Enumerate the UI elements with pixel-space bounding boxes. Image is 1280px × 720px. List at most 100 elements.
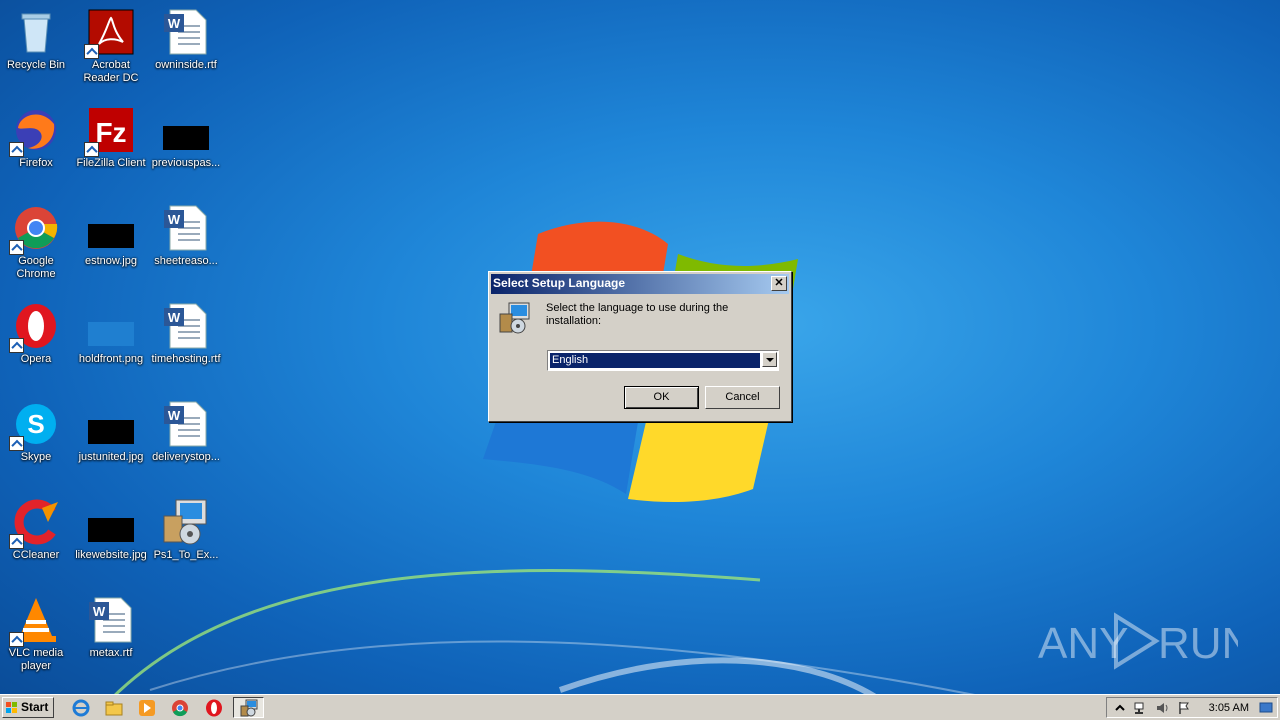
- folder-icon[interactable]: [105, 699, 123, 717]
- setup-icon: [162, 498, 210, 546]
- action-center-flag-icon[interactable]: [1177, 701, 1191, 715]
- desktop-icon-label: sheetreaso...: [154, 255, 218, 267]
- taskbar: Start 3:05 AM: [0, 694, 1280, 720]
- ccleaner-icon: [9, 498, 60, 549]
- watermark-text-right: RUN: [1158, 619, 1238, 668]
- word-doc-icon: W: [162, 400, 210, 448]
- desktop-icon-label: FileZilla Client: [76, 157, 146, 169]
- desktop-icon-label: timehosting.rtf: [151, 353, 221, 365]
- dropdown-arrow-icon[interactable]: [762, 352, 777, 367]
- desktop-icon-owninside[interactable]: W owninside.rtf: [148, 8, 224, 72]
- desktop-icon-filezilla[interactable]: Fz FileZilla Client: [73, 106, 149, 170]
- cancel-button[interactable]: Cancel: [705, 386, 780, 409]
- start-button[interactable]: Start: [2, 697, 54, 718]
- show-hidden-icons-icon[interactable]: [1113, 701, 1127, 715]
- desktop-icon-label: metax.rtf: [89, 647, 133, 659]
- desktop-icon-firefox[interactable]: Firefox: [0, 106, 74, 170]
- dialog-title: Select Setup Language: [493, 276, 626, 290]
- word-doc-icon: W: [162, 8, 210, 56]
- clock[interactable]: 3:05 AM: [1209, 702, 1249, 714]
- shortcut-arrow-icon: [9, 338, 24, 353]
- svg-text:Fz: Fz: [95, 117, 126, 148]
- chrome-taskbar-icon[interactable]: [171, 699, 189, 717]
- shortcut-arrow-icon: [9, 632, 24, 647]
- desktop-icon-previouspas[interactable]: previouspas...: [148, 106, 224, 170]
- opera-icon: [9, 302, 60, 353]
- svg-text:W: W: [168, 310, 181, 325]
- desktop-icon-label: Ps1_To_Ex...: [153, 549, 219, 561]
- desktop-icon-label: Firefox: [19, 157, 53, 169]
- anyrun-watermark: ANY RUN: [1038, 612, 1238, 670]
- desktop-icon-label: previouspas...: [151, 157, 221, 169]
- desktop-icon-label: justunited.jpg: [78, 451, 144, 463]
- svg-text:W: W: [93, 604, 106, 619]
- desktop-icon-chrome[interactable]: Google Chrome: [0, 204, 74, 281]
- word-doc-icon: W: [162, 302, 210, 350]
- dialog-title-bar[interactable]: Select Setup Language ✕: [491, 274, 789, 294]
- language-select-value: English: [550, 353, 760, 368]
- image-file-icon: [162, 106, 210, 154]
- shortcut-arrow-icon: [9, 534, 24, 549]
- desktop-icon-skype[interactable]: S Skype: [0, 400, 74, 464]
- shortcut-arrow-icon: [9, 142, 24, 157]
- vlc-icon: [9, 596, 60, 647]
- desktop-icon-timehosting[interactable]: W timehosting.rtf: [148, 302, 224, 366]
- language-select[interactable]: English: [547, 350, 779, 371]
- desktop-icon-vlc[interactable]: VLC media player: [0, 596, 74, 673]
- desktop-icon-label: likewebsite.jpg: [75, 549, 147, 561]
- desktop-icon-label: estnow.jpg: [85, 255, 137, 267]
- select-setup-language-dialog: Select Setup Language ✕ Select the langu…: [488, 271, 792, 422]
- shortcut-arrow-icon: [84, 44, 99, 59]
- shortcut-arrow-icon: [9, 240, 24, 255]
- desktop-icon-label: owninside.rtf: [155, 59, 217, 71]
- desktop-icon-holdfront[interactable]: holdfront.png: [73, 302, 149, 366]
- firefox-icon: [9, 106, 60, 157]
- desktop-icon-opera[interactable]: Opera: [0, 302, 74, 366]
- desktop-icon-label: CCleaner: [12, 549, 60, 561]
- desktop-icon-label: Skype: [20, 451, 52, 463]
- start-label: Start: [21, 700, 49, 714]
- show-desktop-icon[interactable]: [1259, 701, 1273, 715]
- desktop-icon-ps1-to-exe[interactable]: Ps1_To_Ex...: [148, 498, 224, 562]
- desktop-icon-label: Acrobat Reader DC: [83, 59, 139, 84]
- desktop-icon-deliverystop[interactable]: W deliverystop...: [148, 400, 224, 464]
- desktop-icon-label: holdfront.png: [78, 353, 144, 365]
- image-file-icon: [87, 400, 135, 448]
- filezilla-icon: Fz: [84, 106, 135, 157]
- svg-text:W: W: [168, 408, 181, 423]
- desktop-icon-sheetreaso[interactable]: W sheetreaso...: [148, 204, 224, 268]
- desktop-icon-recycle-bin[interactable]: Recycle Bin: [0, 8, 74, 72]
- ok-button[interactable]: OK: [624, 386, 699, 409]
- setup-installer-icon: [499, 302, 531, 334]
- image-file-icon: [87, 302, 135, 350]
- recycle-bin-icon: [12, 8, 60, 56]
- svg-text:W: W: [168, 212, 181, 227]
- chrome-icon: [9, 204, 60, 255]
- opera-taskbar-icon[interactable]: [205, 699, 223, 717]
- desktop-icon-acrobat[interactable]: Acrobat Reader DC: [73, 8, 149, 85]
- windows-flag-icon: [6, 702, 17, 713]
- desktop-icon-label: deliverystop...: [152, 451, 220, 463]
- desktop-icon-metax[interactable]: W metax.rtf: [73, 596, 149, 660]
- svg-text:S: S: [27, 409, 44, 439]
- desktop-icon-estnow[interactable]: estnow.jpg: [73, 204, 149, 268]
- skype-icon: S: [9, 400, 60, 451]
- volume-icon[interactable]: [1155, 701, 1169, 715]
- desktop-icon-justunited[interactable]: justunited.jpg: [73, 400, 149, 464]
- system-tray: 3:05 AM: [1106, 697, 1278, 718]
- acrobat-icon: [84, 8, 135, 59]
- shortcut-arrow-icon: [9, 436, 24, 451]
- desktop-icon-label: VLC media player: [8, 647, 64, 672]
- dialog-prompt: Select the language to use during the in…: [546, 302, 729, 327]
- media-player-icon[interactable]: [138, 699, 156, 717]
- desktop-icon-ccleaner[interactable]: CCleaner: [0, 498, 74, 562]
- taskbar-setup-button[interactable]: [233, 697, 264, 718]
- internet-explorer-icon[interactable]: [72, 699, 90, 717]
- desktop-icon-label: Google Chrome: [16, 255, 56, 280]
- image-file-icon: [87, 498, 135, 546]
- network-icon[interactable]: [1133, 701, 1147, 715]
- desktop-icon-likewebsite[interactable]: likewebsite.jpg: [73, 498, 149, 562]
- desktop-icon-label: Opera: [20, 353, 52, 365]
- close-button[interactable]: ✕: [771, 276, 787, 291]
- word-doc-icon: W: [87, 596, 135, 644]
